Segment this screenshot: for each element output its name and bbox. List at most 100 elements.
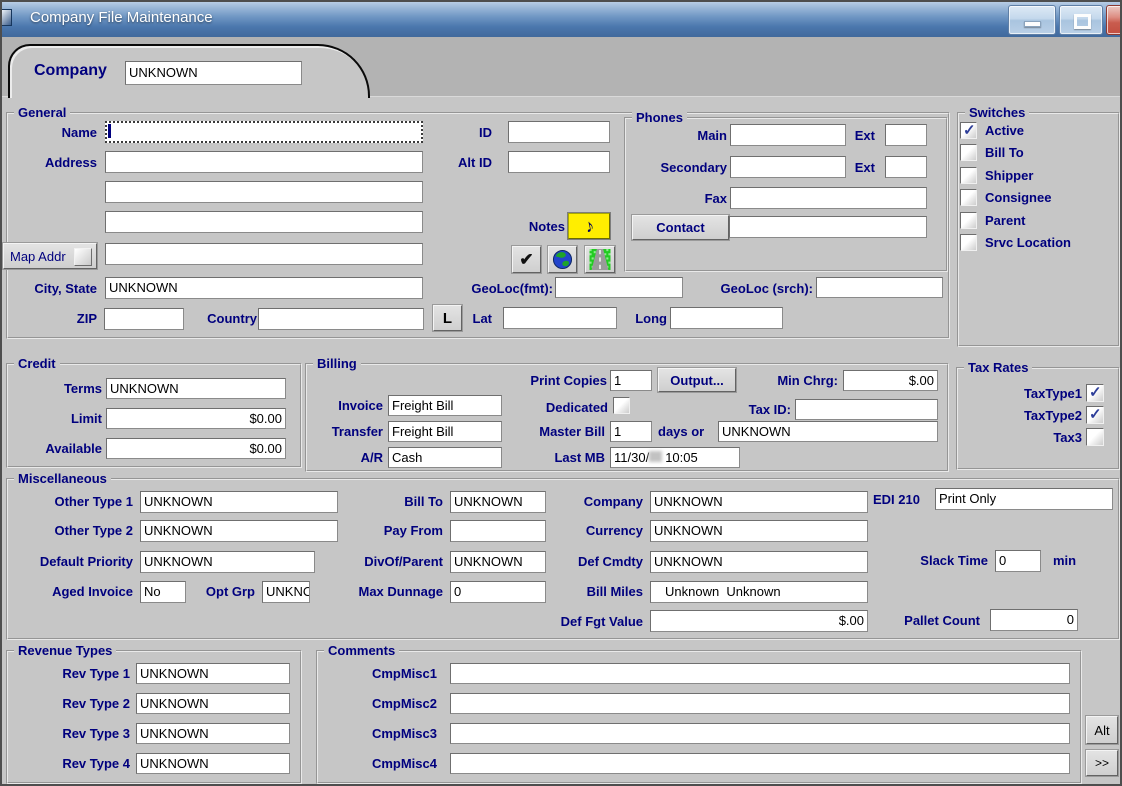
terms-field[interactable]: UNKNOWN [106, 378, 286, 399]
long-label: Long [635, 311, 667, 326]
fax-field[interactable] [730, 187, 927, 209]
group-miscellaneous-title: Miscellaneous [14, 471, 111, 486]
ar-field[interactable]: Cash [388, 447, 502, 468]
credit-limit-field[interactable]: $0.00 [106, 408, 286, 429]
pallet-count-label: Pallet Count [904, 613, 980, 628]
map-addr-button[interactable]: Map Addr [3, 243, 97, 269]
def-cmdty-field[interactable]: UNKNOWN [650, 551, 868, 573]
city-state-field[interactable]: UNKNOWN [105, 277, 423, 299]
bill-miles-field[interactable]: Unknown Unknown [650, 581, 868, 603]
geocode-button[interactable] [548, 246, 577, 273]
geoloc-fmt-label: GeoLoc(fmt): [471, 281, 553, 296]
pay-from-field[interactable] [450, 520, 546, 542]
verify-button[interactable]: ✔ [512, 246, 541, 273]
address-label: Address [45, 155, 97, 170]
notes-button[interactable]: ♪ [568, 213, 610, 239]
print-copies-label: Print Copies [530, 373, 607, 388]
contact-button[interactable]: Contact [632, 215, 729, 240]
rev-type-3-field[interactable]: UNKNOWN [136, 723, 290, 744]
credit-available-field[interactable]: $0.00 [106, 438, 286, 459]
contact-field[interactable] [729, 216, 927, 238]
phone-main-ext-field[interactable] [885, 124, 927, 146]
taxtype2-checkbox[interactable] [1086, 406, 1104, 424]
minimize-button[interactable] [1008, 5, 1056, 35]
currency-field[interactable]: UNKNOWN [650, 520, 868, 542]
cmpmisc2-label: CmpMisc2 [372, 696, 437, 711]
dedicated-label: Dedicated [546, 400, 608, 415]
switch-parent-checkbox[interactable] [960, 212, 977, 229]
min-chrg-field[interactable]: $.00 [843, 370, 938, 391]
address-line1-field[interactable] [105, 151, 423, 173]
transfer-field[interactable]: Freight Bill [388, 421, 502, 442]
cmpmisc2-field[interactable] [450, 693, 1070, 714]
rev-type-1-field[interactable]: UNKNOWN [136, 663, 290, 684]
switch-srvc-location-checkbox[interactable] [960, 234, 977, 251]
lat-label: Lat [473, 311, 493, 326]
print-copies-field[interactable]: 1 [610, 370, 652, 391]
max-dunnage-field[interactable]: 0 [450, 581, 546, 603]
rev-type-4-field[interactable]: UNKNOWN [136, 753, 290, 774]
map-addr-button-label: Map Addr [10, 249, 66, 264]
maximize-button[interactable] [1059, 5, 1103, 35]
other-type-2-field[interactable]: UNKNOWN [140, 520, 338, 542]
switch-consignee-checkbox[interactable] [960, 189, 977, 206]
address-line3-field[interactable] [105, 211, 423, 233]
phone-secondary-field[interactable] [730, 156, 846, 178]
output-button[interactable]: Output... [658, 368, 736, 392]
misc-company-field[interactable]: UNKNOWN [650, 491, 868, 513]
group-phones-title: Phones [632, 110, 687, 125]
days-or-field[interactable]: UNKNOWN [718, 421, 938, 442]
alt-button[interactable]: Alt [1086, 716, 1118, 744]
more-button[interactable]: >> [1086, 750, 1118, 776]
cmpmisc4-label: CmpMisc4 [372, 756, 437, 771]
cmpmisc4-field[interactable] [450, 753, 1070, 774]
switch-active-label: Active [985, 123, 1024, 138]
geoloc-srch-field[interactable] [816, 277, 943, 298]
id-field[interactable] [508, 121, 610, 143]
master-bill-field[interactable]: 1 [610, 421, 652, 442]
cmpmisc1-field[interactable] [450, 663, 1070, 684]
zip-field[interactable] [104, 308, 184, 330]
slack-time-unit-label: min [1053, 553, 1076, 568]
transfer-label: Transfer [332, 424, 383, 439]
company-key-field[interactable]: UNKNOWN [125, 61, 302, 85]
other-type-1-field[interactable]: UNKNOWN [140, 491, 338, 513]
tax-id-label: Tax ID: [749, 402, 791, 417]
opt-grp-field[interactable]: UNKNOWN [262, 581, 310, 603]
phone-main-ext-label: Ext [855, 128, 875, 143]
misc-bill-to-field[interactable]: UNKNOWN [450, 491, 546, 513]
edi-210-field[interactable]: Print Only [935, 488, 1113, 510]
phone-main-field[interactable] [730, 124, 846, 146]
lat-field[interactable] [503, 307, 617, 329]
country-field[interactable] [258, 308, 424, 330]
locate-button[interactable]: L [433, 305, 462, 331]
long-field[interactable] [670, 307, 783, 329]
def-fgt-value-field[interactable]: $.00 [650, 610, 868, 632]
map-addr-field[interactable] [105, 243, 423, 265]
divof-parent-field[interactable]: UNKNOWN [450, 551, 546, 573]
switch-bill-to-checkbox[interactable] [960, 144, 977, 161]
rev-type-2-field[interactable]: UNKNOWN [136, 693, 290, 714]
alt-id-field[interactable] [508, 151, 610, 173]
tax3-checkbox[interactable] [1086, 428, 1104, 446]
last-mb-field[interactable]: 11/30/10:05 [610, 447, 740, 468]
geoloc-fmt-field[interactable] [555, 277, 683, 298]
phone-secondary-ext-field[interactable] [885, 156, 927, 178]
dedicated-checkbox[interactable] [613, 397, 630, 414]
invoice-field[interactable]: Freight Bill [388, 395, 502, 416]
slack-time-field[interactable]: 0 [995, 550, 1041, 572]
mileage-route-button[interactable] [585, 246, 615, 273]
divof-parent-label: DivOf/Parent [364, 554, 443, 569]
pallet-count-field[interactable]: 0 [990, 609, 1078, 631]
close-button[interactable] [1106, 5, 1122, 35]
switch-shipper-checkbox[interactable] [960, 167, 977, 184]
minimize-icon [1024, 21, 1041, 27]
aged-invoice-field[interactable]: No [140, 581, 186, 603]
default-priority-field[interactable]: UNKNOWN [140, 551, 315, 573]
tax-id-field[interactable] [795, 399, 938, 420]
address-line2-field[interactable] [105, 181, 423, 203]
switch-active-checkbox[interactable] [960, 122, 977, 139]
cmpmisc3-field[interactable] [450, 723, 1070, 744]
name-field[interactable] [105, 121, 423, 143]
taxtype1-checkbox[interactable] [1086, 384, 1104, 402]
